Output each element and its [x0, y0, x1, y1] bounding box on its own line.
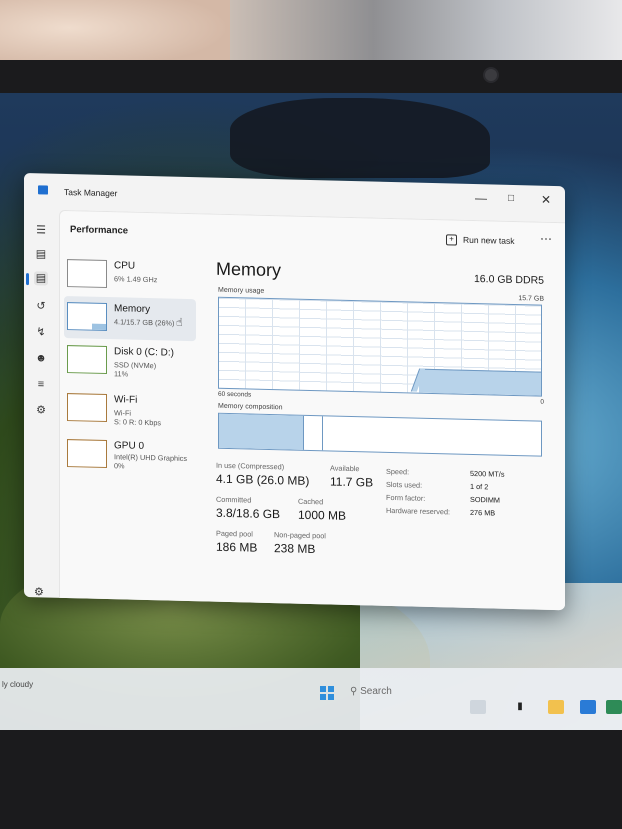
device-throughput: S: 0 R: 0 Kbps [114, 417, 162, 428]
navigation-rail: ☰ ▤ ▤ ↺ ↯ ☻ ≡ ⚙ ⚙ [24, 205, 58, 598]
slots-used-label: Slots used: [386, 479, 423, 490]
nonpaged-pool-label: Non-paged pool [274, 530, 326, 541]
minimize-button[interactable]: — [470, 189, 492, 208]
memory-composition-bar [218, 412, 542, 457]
close-button[interactable]: ✕ [535, 190, 557, 209]
device-name: CPU [114, 260, 136, 272]
device-name: GPU 0 [114, 440, 145, 452]
memory-usage-label: Memory usage [218, 286, 265, 295]
in-use-value: 4.1 GB (26.0 MB) [216, 471, 310, 488]
hardware-reserved-label: Hardware reserved: [386, 505, 451, 517]
webcam [483, 67, 499, 83]
paged-pool-value: 186 MB [216, 539, 258, 555]
mouse-pointer-icon: ☝ [176, 316, 183, 329]
more-options-button[interactable]: ⋯ [540, 232, 553, 246]
hardware-reserved-value: 276 MB [470, 507, 496, 518]
run-new-task-label: Run new task [463, 234, 515, 246]
cached-label: Cached [298, 496, 324, 507]
wifi-thumbnail-graph [67, 393, 107, 423]
nav-selection-indicator [26, 273, 29, 286]
processes-icon[interactable]: ▤ [34, 247, 48, 261]
nonpaged-pool-value: 238 MB [274, 541, 316, 557]
slots-used-value: 1 of 2 [470, 481, 489, 492]
memory-thumbnail-graph [67, 302, 107, 332]
disk-thumbnail-graph [67, 345, 107, 375]
performance-panel: Performance + Run new task ⋯ CPU 6% 1.49… [59, 209, 565, 611]
page-title: Performance [70, 224, 129, 237]
services-icon[interactable]: ⚙ [34, 403, 48, 417]
hamburger-menu-icon[interactable]: ☰ [34, 223, 48, 237]
memory-composition-label: Memory composition [218, 402, 283, 412]
taskbar-weather[interactable]: ly cloudy [2, 680, 33, 689]
form-factor-value: SODIMM [470, 494, 500, 505]
device-detail: 4.1/15.7 GB (26%) [114, 317, 175, 328]
speed-value: 5200 MT/s [470, 468, 505, 479]
window-title: Task Manager [64, 186, 118, 199]
maximize-button[interactable]: □ [500, 190, 522, 209]
device-usage: 0% [114, 461, 125, 471]
device-item-cpu[interactable]: CPU 6% 1.49 GHz [64, 253, 196, 298]
run-task-icon: + [446, 233, 457, 246]
details-icon[interactable]: ≡ [34, 377, 48, 391]
committed-label: Committed [216, 494, 252, 505]
users-icon[interactable]: ☻ [34, 351, 48, 365]
start-button[interactable] [320, 686, 334, 700]
taskbar-app-folder-icon[interactable] [548, 700, 564, 714]
device-item-wifi[interactable]: Wi-Fi Wi-Fi S: 0 R: 0 Kbps [64, 387, 196, 432]
taskbar-app-store-icon[interactable] [580, 700, 596, 714]
taskbar-app-task-view-icon[interactable]: ▮ [512, 700, 528, 714]
device-name: Disk 0 (C: D:) [114, 346, 174, 359]
committed-value: 3.8/18.6 GB [216, 505, 281, 522]
device-detail: 6% 1.49 GHz [114, 274, 158, 285]
memory-usage-max: 15.7 GB [518, 295, 544, 303]
taskbar [0, 668, 622, 730]
composition-modified [303, 415, 323, 451]
taskbar-app-mail-icon[interactable] [606, 700, 622, 714]
cached-value: 1000 MB [298, 507, 347, 523]
available-label: Available [330, 463, 360, 474]
memory-usage-fill [419, 368, 542, 396]
taskbar-search-placeholder: Search [360, 686, 392, 697]
wallpaper-rock [230, 98, 490, 178]
cpu-thumbnail-graph [67, 259, 107, 289]
device-usage: 11% [114, 369, 129, 379]
graph-time-zero: 0 [540, 398, 544, 406]
memory-details: Memory 16.0 GB DDR5 Memory usage 15.7 GB… [216, 259, 556, 597]
gpu-thumbnail-graph [67, 439, 107, 469]
paged-pool-label: Paged pool [216, 528, 253, 539]
device-name: Memory [114, 303, 151, 316]
taskbar-search[interactable]: ⚲ Search [350, 686, 392, 697]
settings-gear-icon[interactable]: ⚙ [34, 585, 44, 598]
in-use-label: In use (Compressed) [216, 460, 285, 472]
device-name: Wi-Fi [114, 394, 138, 406]
memory-spec: 16.0 GB DDR5 [473, 272, 544, 287]
speed-label: Speed: [386, 466, 410, 477]
search-icon: ⚲ [350, 686, 358, 697]
taskbar-app-widgets-icon[interactable] [470, 700, 486, 714]
task-manager-logo-icon [38, 185, 48, 195]
device-item-disk[interactable]: Disk 0 (C: D:) SSD (NVMe) 11% [64, 339, 196, 384]
device-list: CPU 6% 1.49 GHz Memory 4.1/15.7 GB (26%)… [64, 253, 198, 496]
app-history-icon[interactable]: ↺ [34, 299, 48, 313]
available-value: 11.7 GB [330, 474, 374, 490]
composition-in-use [219, 413, 304, 450]
performance-icon[interactable]: ▤ [34, 271, 48, 286]
task-manager-window: Task Manager — □ ✕ ☰ ▤ ▤ ↺ ↯ ☻ ≡ ⚙ ⚙ Per… [24, 173, 565, 611]
startup-apps-icon[interactable]: ↯ [34, 325, 48, 339]
run-new-task-button[interactable]: + Run new task [446, 230, 515, 250]
memory-usage-graph [218, 296, 542, 397]
device-item-gpu[interactable]: GPU 0 Intel(R) UHD Graphics 0% [64, 433, 196, 478]
memory-title: Memory [216, 258, 282, 281]
form-factor-label: Form factor: [386, 492, 426, 503]
graph-time-span: 60 seconds [218, 390, 252, 399]
device-detail: Wi-Fi [114, 408, 132, 418]
